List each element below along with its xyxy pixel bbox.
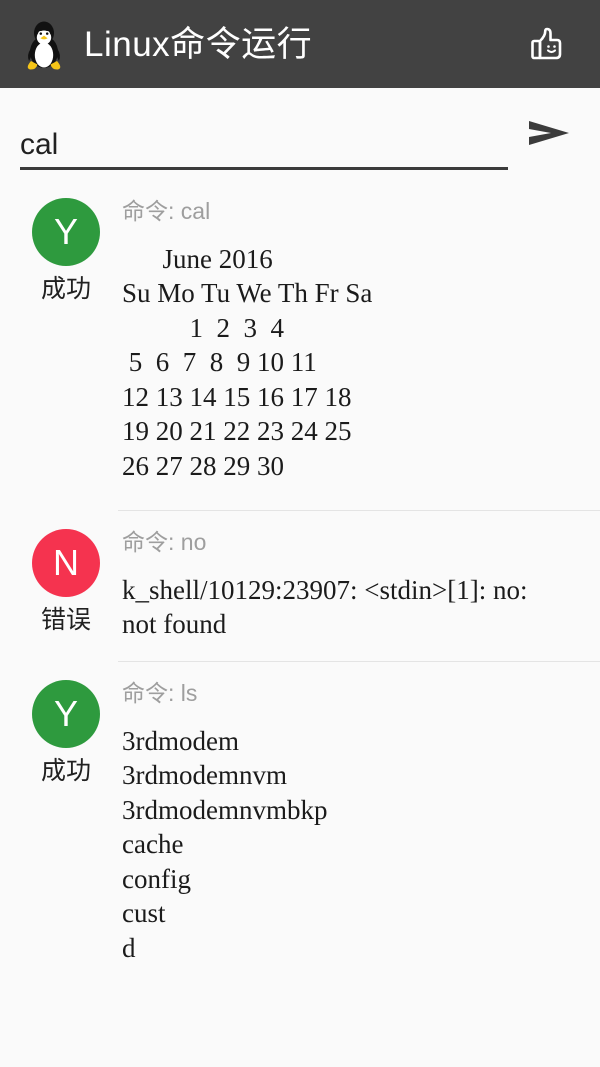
command-input[interactable]: [20, 128, 508, 166]
status-badge-glyph: Y: [53, 693, 78, 734]
status-column: Y 成功: [14, 198, 118, 304]
result-item[interactable]: N 错误 命令: no k_shell/10129:23907: <stdin>…: [0, 511, 600, 661]
command-output: June 2016 Su Mo Tu We Th Fr Sa 1 2 3 4 5…: [122, 243, 373, 481]
result-item[interactable]: Y 成功 命令: ls 3rdmodem 3rdmodemnvm 3rdmode…: [0, 662, 600, 973]
status-badge-error: N: [32, 529, 100, 597]
command-output: 3rdmodem 3rdmodemnvm 3rdmodemnvmbkp cach…: [122, 725, 328, 963]
status-badge-glyph: N: [53, 542, 79, 583]
status-label: 成功: [40, 757, 91, 785]
page-title: Linux命令运行: [84, 24, 313, 64]
send-button[interactable]: [518, 102, 580, 164]
command-input-wrapper: [20, 128, 508, 180]
command-echo: 命令: cal: [122, 198, 211, 224]
status-badge-success: Y: [32, 680, 100, 748]
tux-penguin-logo: [22, 19, 66, 71]
result-content: 命令: no k_shell/10129:23907: <stdin>[1]: …: [118, 529, 586, 642]
result-content: 命令: ls 3rdmodem 3rdmodemnvm 3rdmodemnvmb…: [118, 680, 586, 965]
status-badge-glyph: Y: [53, 211, 78, 252]
result-content: 命令: cal June 2016 Su Mo Tu We Th Fr Sa 1…: [118, 198, 586, 483]
status-column: N 错误: [14, 529, 118, 635]
status-column: Y 成功: [14, 680, 118, 786]
command-output: k_shell/10129:23907: <stdin>[1]: no: not…: [122, 574, 528, 640]
result-item[interactable]: Y 成功 命令: cal June 2016 Su Mo Tu We Th Fr…: [0, 180, 600, 510]
command-input-bar: [0, 88, 600, 180]
input-underline: [20, 167, 508, 170]
app-bar: Linux命令运行: [0, 0, 600, 88]
command-echo: 命令: no: [122, 529, 207, 555]
status-badge-success: Y: [32, 198, 100, 266]
status-label: 错误: [40, 606, 91, 634]
status-label: 成功: [40, 275, 91, 303]
command-echo: 命令: ls: [122, 680, 198, 706]
thumbs-up-icon[interactable]: [524, 21, 570, 67]
results-list: Y 成功 命令: cal June 2016 Su Mo Tu We Th Fr…: [0, 180, 600, 974]
